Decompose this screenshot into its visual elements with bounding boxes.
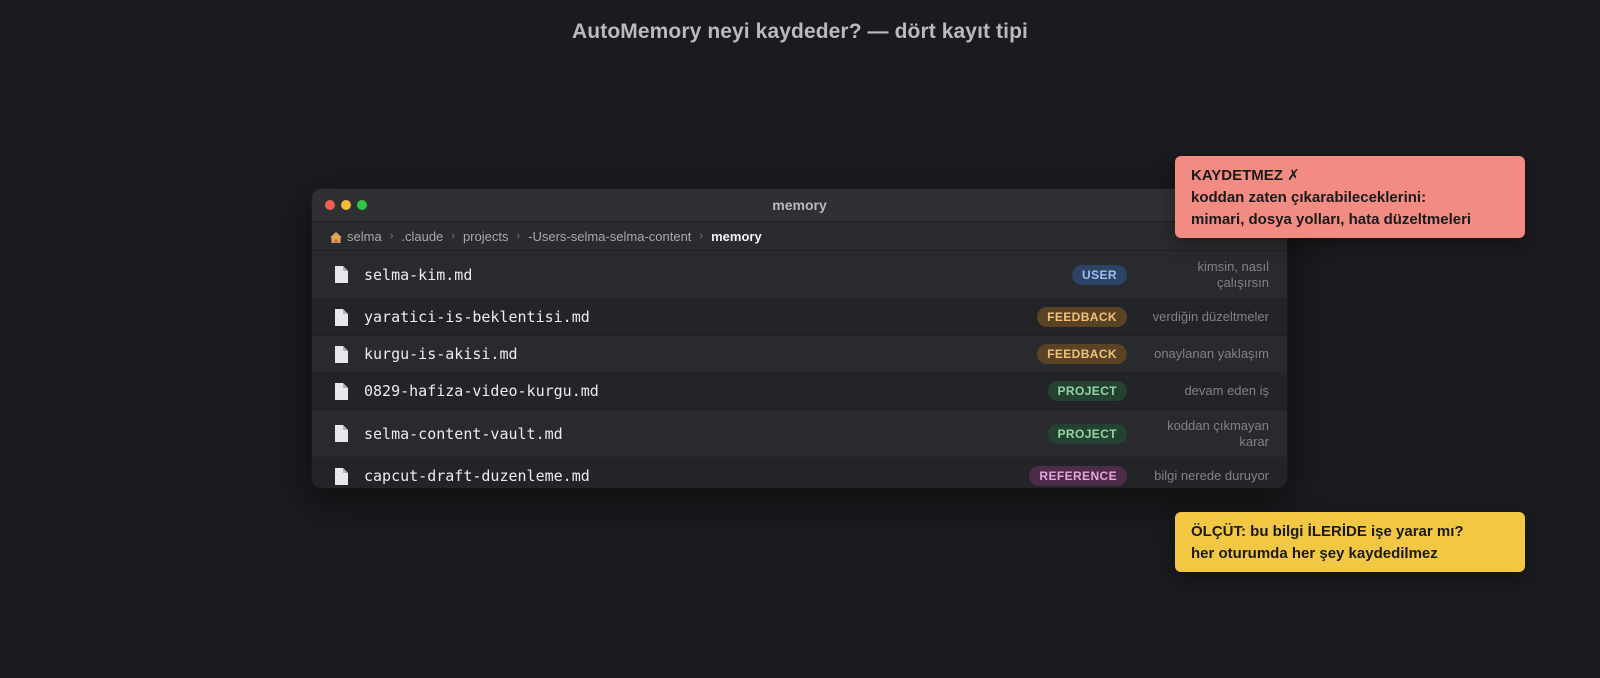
file-row[interactable]: selma-kim.md USER kimsin, nasıl çalışırsı…	[312, 251, 1287, 299]
criterion-callout: ÖLÇÜT: bu bilgi İLERİDE işe yarar mı? he…	[1175, 512, 1525, 572]
file-description: kimsin, nasıl çalışırsın	[1197, 258, 1269, 290]
file-name: kurgu-is-akisi.md	[364, 345, 518, 363]
page-title: AutoMemory neyi kaydeder? — dört kayıt t…	[572, 20, 1028, 43]
document-icon	[335, 425, 348, 442]
type-badge: FEEDBACK	[1037, 344, 1127, 364]
callout-line: her oturumda her şey kaydedilmez	[1191, 545, 1438, 562]
document-icon	[335, 308, 348, 326]
not-saved-callout: KAYDETMEZ ✗ koddan zaten çıkarabilecekle…	[1175, 156, 1525, 238]
file-description: verdiğin düzeltmeler	[1152, 309, 1269, 324]
file-name: selma-content-vault.md	[364, 424, 563, 443]
file-row[interactable]: capcut-draft-duzenleme.md REFERENCE bilg…	[312, 458, 1287, 488]
breadcrumb-item-users-selma-content[interactable]: -Users-selma-selma-content	[528, 229, 691, 244]
file-row[interactable]: kurgu-is-akisi.md FEEDBACK onaylanan yak…	[312, 336, 1287, 373]
type-badge: PROJECT	[1047, 423, 1127, 444]
file-name: capcut-draft-duzenleme.md	[364, 467, 590, 485]
file-name: yaratici-is-beklentisi.md	[364, 308, 590, 326]
file-row[interactable]: selma-content-vault.md PROJECT koddan çı…	[312, 410, 1287, 458]
breadcrumb-separator: ›	[516, 230, 521, 242]
breadcrumb: selma › .claude › projects › -Users-selm…	[312, 222, 1287, 251]
file-description: onaylanan yaklaşım	[1154, 346, 1269, 361]
breadcrumb-item-memory[interactable]: memory	[711, 229, 762, 244]
document-icon	[335, 382, 348, 400]
window-title: memory	[772, 197, 827, 213]
callout-line: mimari, dosya yolları, hata düzeltmeleri	[1191, 211, 1472, 228]
file-description: bilgi nerede duruyor	[1154, 468, 1269, 483]
file-name: 0829-hafiza-video-kurgu.md	[364, 382, 599, 400]
home-icon	[330, 231, 342, 243]
breadcrumb-separator: ›	[451, 230, 455, 242]
breadcrumb-separator: ›	[389, 230, 394, 242]
stage: AutoMemory neyi kaydeder? — dört kayıt t…	[0, 0, 1600, 678]
callout-heading: KAYDETMEZ ✗	[1191, 167, 1300, 184]
document-icon	[335, 266, 348, 283]
file-name: selma-kim.md	[364, 265, 473, 284]
finder-window: memory selma › .claude › projects › -Use…	[312, 189, 1287, 488]
type-badge: PROJECT	[1047, 381, 1127, 401]
document-icon	[335, 467, 348, 485]
type-badge: FEEDBACK	[1037, 307, 1127, 327]
file-description: devam eden iş	[1184, 383, 1269, 398]
breadcrumb-separator: ›	[699, 230, 704, 242]
callout-heading: ÖLÇÜT: bu bilgi İLERİDE işe yarar mı?	[1191, 523, 1464, 540]
type-badge: REFERENCE	[1029, 466, 1127, 486]
document-icon	[335, 345, 348, 363]
file-row[interactable]: yaratici-is-beklentisi.md FEEDBACK verdi…	[312, 299, 1287, 336]
file-row[interactable]: 0829-hafiza-video-kurgu.md PROJECT devam…	[312, 373, 1287, 410]
breadcrumb-item-claude[interactable]: .claude	[401, 229, 443, 244]
breadcrumb-item-selma[interactable]: selma	[347, 229, 382, 244]
file-list: selma-kim.md USER kimsin, nasıl çalışırsı…	[312, 251, 1287, 488]
window-titlebar[interactable]: memory	[312, 189, 1287, 222]
type-badge: USER	[1072, 264, 1127, 285]
callout-line: koddan zaten çıkarabileceklerini:	[1191, 189, 1427, 206]
breadcrumb-item-projects[interactable]: projects	[463, 229, 509, 244]
file-description: koddan çıkmayan karar	[1167, 417, 1269, 449]
